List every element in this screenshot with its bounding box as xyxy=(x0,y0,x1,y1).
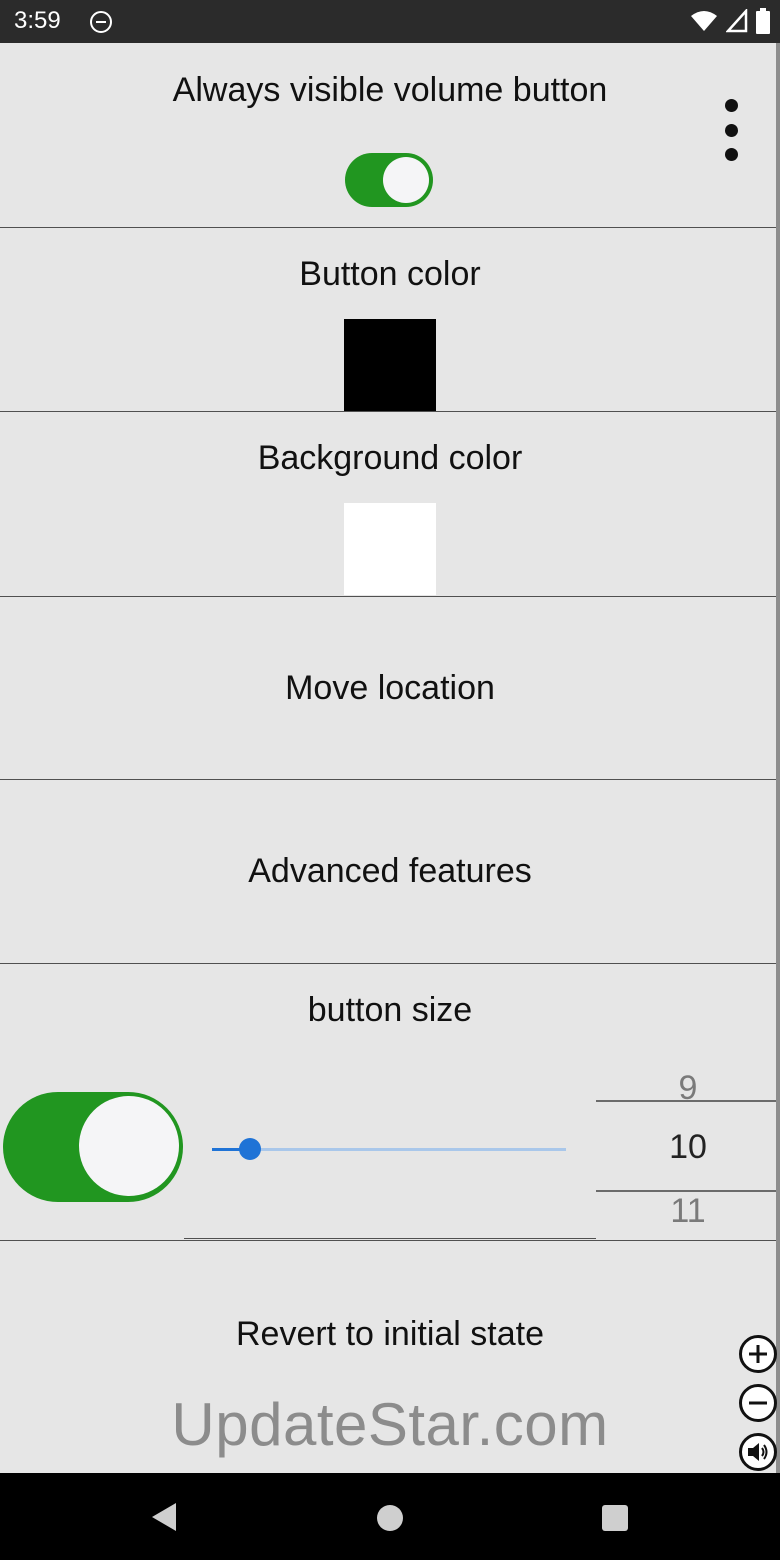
battery-icon xyxy=(756,8,770,39)
background-color-section[interactable]: Background color xyxy=(0,412,776,597)
menu-dot xyxy=(724,99,738,112)
system-icons xyxy=(690,7,770,39)
advanced-features-row[interactable]: Advanced features xyxy=(0,780,776,964)
always-visible-toggle[interactable] xyxy=(345,153,433,207)
navigation-bar xyxy=(0,1473,780,1560)
revert-label: Revert to initial state xyxy=(235,1315,545,1353)
back-icon[interactable] xyxy=(150,1501,178,1538)
button-size-toggle[interactable] xyxy=(3,1092,183,1202)
move-location-label: Move location xyxy=(285,669,495,707)
button-size-title: button size xyxy=(307,991,473,1029)
signal-icon xyxy=(725,7,748,38)
dnd-icon xyxy=(89,10,113,39)
menu-dot xyxy=(724,123,738,137)
wifi-icon xyxy=(690,9,718,38)
overflow-menu-icon[interactable] xyxy=(716,99,746,161)
slider-underline xyxy=(184,1238,596,1239)
button-color-section[interactable]: Button color xyxy=(0,228,776,412)
slider-thumb[interactable] xyxy=(239,1138,261,1160)
always-visible-title: Always visible volume button xyxy=(172,71,608,109)
recents-icon[interactable] xyxy=(601,1504,629,1537)
watermark: UpdateStar.com xyxy=(171,1391,609,1458)
toggle-knob xyxy=(383,157,429,203)
picker-current-value[interactable]: 10 xyxy=(596,1128,780,1167)
scrollbar[interactable] xyxy=(776,43,780,1473)
home-icon[interactable] xyxy=(376,1504,404,1537)
plus-circle-icon[interactable] xyxy=(739,1335,777,1373)
status-bar: 3:59 xyxy=(0,0,780,43)
button-color-title: Button color xyxy=(299,255,481,293)
picker-prev-value[interactable]: 9 xyxy=(596,1069,780,1108)
button-size-slider[interactable] xyxy=(212,1134,568,1164)
picker-next-value[interactable]: 11 xyxy=(596,1192,780,1231)
button-size-section: button size 9 10 11 xyxy=(0,964,780,1241)
button-color-swatch[interactable] xyxy=(344,319,436,411)
toggle-knob xyxy=(79,1096,179,1196)
status-time: 3:59 xyxy=(14,7,61,34)
slider-track xyxy=(212,1148,566,1151)
picker-divider xyxy=(596,1100,780,1102)
background-color-swatch[interactable] xyxy=(344,503,436,595)
menu-dot xyxy=(724,148,738,161)
settings-content: Always visible volume button Button colo… xyxy=(0,43,780,1473)
size-number-picker[interactable]: 9 10 11 xyxy=(596,1059,780,1239)
move-location-row[interactable]: Move location xyxy=(0,597,776,780)
always-visible-section: Always visible volume button xyxy=(0,43,776,228)
background-color-title: Background color xyxy=(257,439,523,477)
advanced-features-label: Advanced features xyxy=(248,852,532,890)
